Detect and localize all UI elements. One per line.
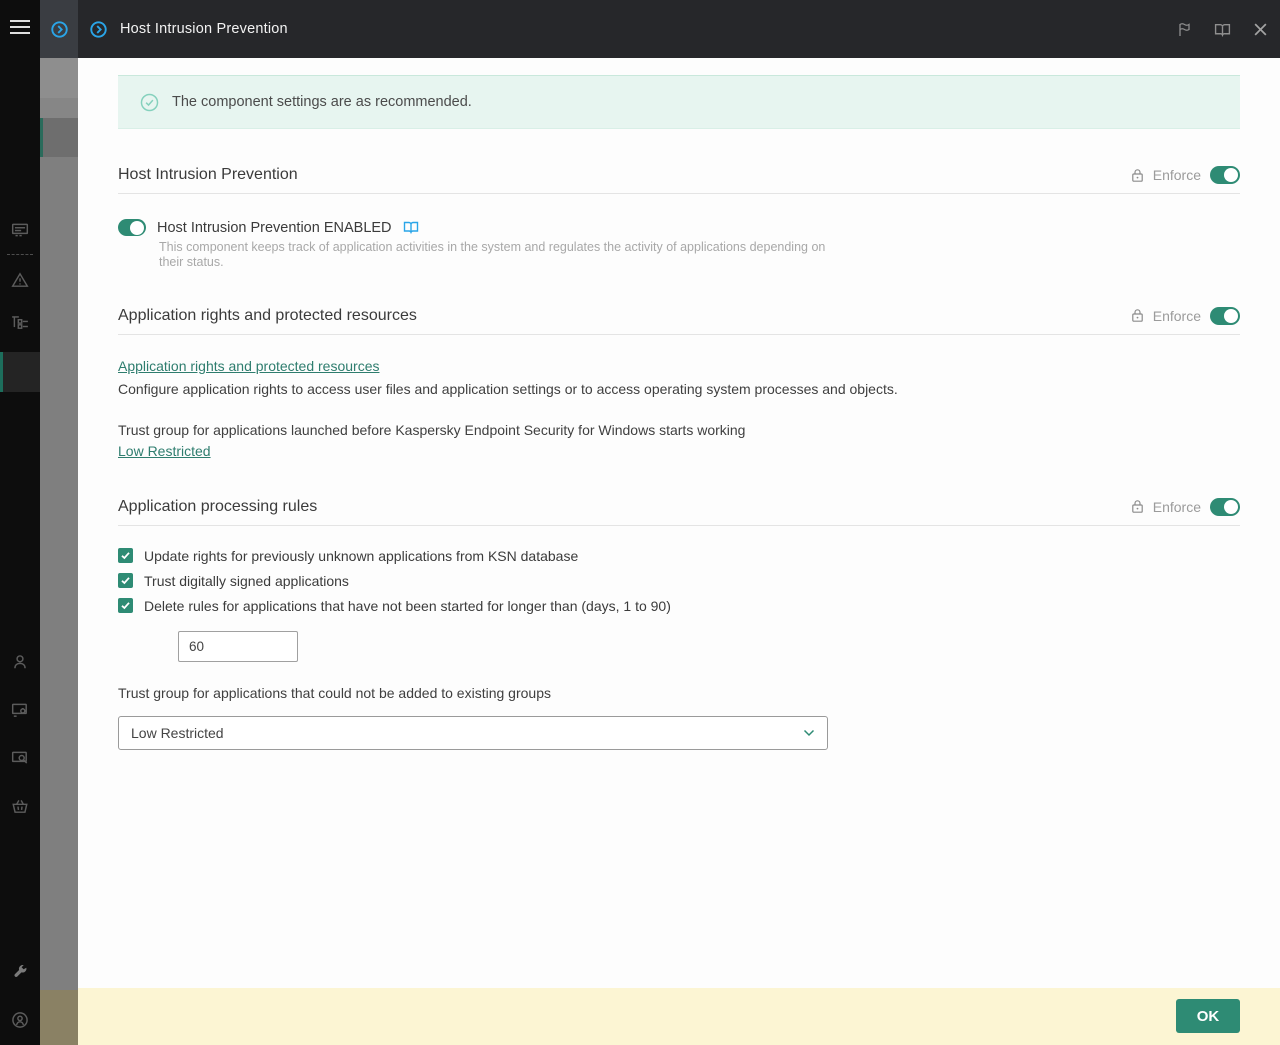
basket-icon[interactable] — [0, 790, 40, 822]
hips-enabled-toggle[interactable] — [118, 219, 146, 236]
warning-triangle-icon[interactable] — [0, 264, 40, 296]
reports-icon[interactable] — [0, 214, 40, 246]
flag-icon[interactable] — [1176, 21, 1192, 38]
chevron-circle-icon — [90, 21, 107, 43]
application-rights-link[interactable]: Application rights and protected resourc… — [118, 358, 379, 374]
trust-group-startup-label: Trust group for applications launched be… — [118, 421, 746, 438]
checkbox-checked-icon — [118, 573, 133, 588]
rights-description: Configure application rights to access u… — [118, 380, 898, 397]
trust-group-startup-link[interactable]: Low Restricted — [118, 443, 211, 459]
dimmed-row — [40, 58, 78, 98]
rail-divider — [7, 254, 33, 255]
lock-icon — [1131, 500, 1143, 513]
section-header-hips: Host Intrusion Prevention Enforce — [118, 166, 1240, 194]
enforce-label: Enforce — [1152, 167, 1201, 183]
lock-icon — [1131, 168, 1143, 182]
enforce-label: Enforce — [1152, 498, 1201, 515]
trust-group-select[interactable]: Low Restricted — [118, 715, 828, 750]
dimmed-selected-row — [40, 118, 78, 157]
checkbox-update-rights-ksn[interactable]: Update rights for previously unknown app… — [118, 548, 1240, 564]
dimmed-footer — [40, 990, 78, 1045]
account-icon[interactable] — [0, 1004, 40, 1036]
close-icon[interactable] — [1253, 22, 1268, 37]
hips-description: This component keeps track of applicatio… — [159, 240, 826, 269]
footer-bar: OK — [78, 988, 1280, 1045]
page-title: Host Intrusion Prevention — [120, 21, 288, 37]
select-value: Low Restricted — [131, 724, 224, 741]
hamburger-menu-icon[interactable] — [0, 12, 40, 42]
title-bar: Host Intrusion Prevention — [40, 0, 1280, 58]
section-header-processing: Application processing rules Enforce — [118, 497, 1240, 526]
device-search-icon[interactable] — [0, 742, 40, 774]
left-rail — [0, 0, 40, 1045]
lock-icon — [1131, 309, 1143, 322]
app-tab[interactable] — [40, 0, 78, 58]
app-window: Host Intrusion Prevention The component … — [0, 0, 1280, 1045]
checkbox-trust-signed[interactable]: Trust digitally signed applications — [118, 573, 1240, 589]
app-tab-chevron-circle-icon — [50, 20, 68, 38]
dimmed-row — [40, 98, 78, 118]
enforce-toggle-hips[interactable] — [1210, 166, 1240, 184]
tree-structure-icon[interactable] — [0, 306, 40, 338]
hips-toggle-label: Host Intrusion Prevention ENABLED — [157, 219, 392, 236]
section-title: Application processing rules — [118, 497, 318, 515]
checkbox-checked-icon — [118, 548, 133, 563]
dimmed-sidebar — [40, 58, 78, 1045]
days-input[interactable] — [178, 630, 298, 662]
section-title: Application rights and protected resourc… — [118, 306, 417, 324]
checkbox-checked-icon — [118, 598, 133, 613]
ok-button[interactable]: OK — [1176, 999, 1240, 1033]
user-icon[interactable] — [0, 646, 40, 678]
recommended-banner: The component settings are as recommende… — [118, 75, 1240, 129]
checkbox-delete-rules[interactable]: Delete rules for applications that have … — [118, 598, 1240, 614]
enforce-label: Enforce — [1152, 307, 1201, 324]
enforce-toggle-processing[interactable] — [1210, 497, 1240, 516]
wrench-icon[interactable] — [0, 956, 40, 988]
trust-group-fallback-label: Trust group for applications that could … — [118, 684, 551, 701]
settings-panel: The component settings are as recommende… — [78, 58, 1280, 988]
check-circle-icon — [140, 93, 159, 111]
section-title: Host Intrusion Prevention — [118, 166, 298, 183]
device-settings-icon[interactable] — [0, 694, 40, 726]
enforce-toggle-rights[interactable] — [1210, 306, 1240, 325]
open-book-icon[interactable] — [1214, 21, 1231, 38]
banner-message: The component settings are as recommende… — [172, 94, 472, 110]
selected-nav-item[interactable] — [0, 352, 40, 392]
chevron-down-icon — [803, 729, 815, 736]
section-header-rights: Application rights and protected resourc… — [118, 306, 1240, 335]
help-book-icon[interactable] — [403, 221, 419, 235]
